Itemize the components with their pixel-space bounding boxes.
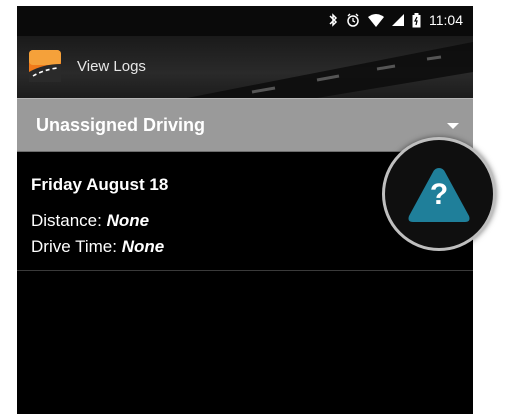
app-bar: View Logs: [17, 36, 473, 98]
signal-icon: [392, 14, 404, 26]
status-time: 11:04: [429, 12, 463, 28]
help-glyph: ?: [429, 178, 449, 211]
divider: [17, 270, 473, 271]
log-date: Friday August 18: [31, 175, 169, 194]
help-button[interactable]: ?: [382, 137, 496, 251]
distance-value: None: [106, 211, 150, 230]
bluetooth-icon: [328, 13, 338, 27]
status-bar: 11:04: [17, 6, 473, 36]
drive-time-label: Drive Time:: [31, 237, 117, 256]
status-icons: 11:04: [328, 12, 463, 28]
drive-time-value: None: [121, 237, 165, 256]
alarm-icon: [346, 13, 360, 27]
drive-time-row: Drive Time: None: [31, 237, 164, 257]
app-title: View Logs: [77, 58, 146, 75]
distance-label: Distance:: [31, 211, 102, 230]
road-logo-icon[interactable]: [29, 50, 61, 82]
dropdown-selected-label: Unassigned Driving: [36, 115, 206, 135]
distance-row: Distance: None: [31, 211, 149, 231]
wifi-icon: [368, 13, 384, 27]
battery-icon: [412, 12, 421, 28]
dropdown-caret-icon: [447, 123, 459, 129]
